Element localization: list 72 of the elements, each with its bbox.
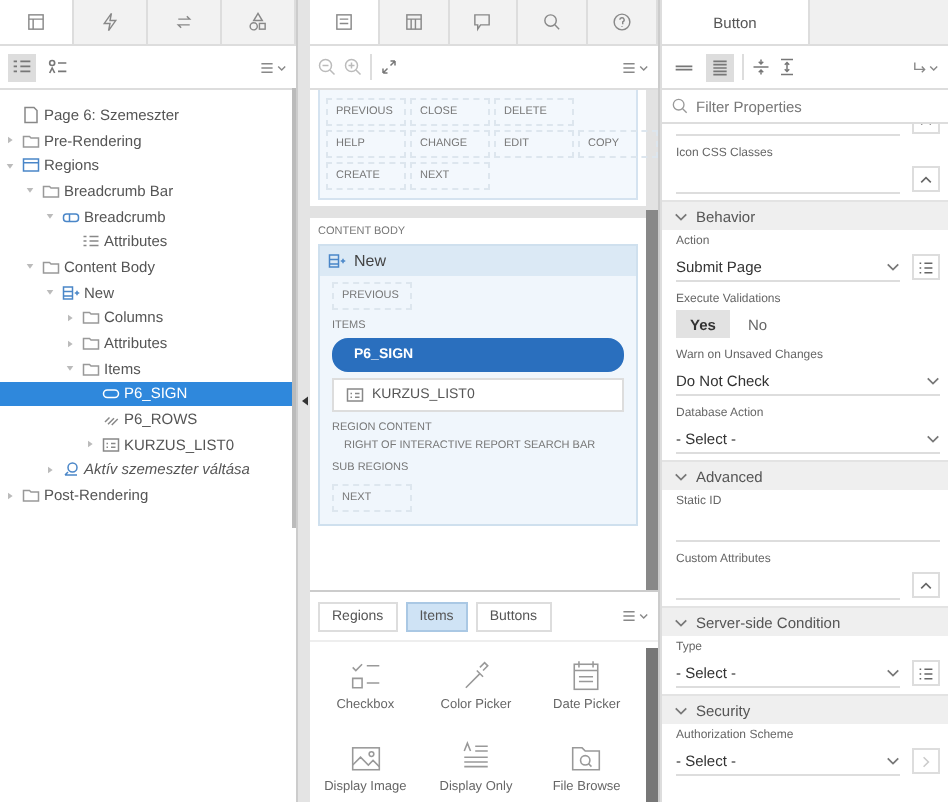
chevron-down-icon xyxy=(674,469,688,483)
folder-icon xyxy=(22,486,40,505)
zoom-out-icon[interactable] xyxy=(318,58,336,76)
expand-icon[interactable] xyxy=(46,465,54,474)
expand-icon[interactable] xyxy=(66,339,74,348)
menu-icon[interactable] xyxy=(622,608,650,624)
field-button[interactable] xyxy=(912,660,940,686)
folder-icon xyxy=(42,257,60,276)
collapse-all-icon[interactable] xyxy=(752,58,770,76)
chevron-right-icon xyxy=(918,753,934,769)
list-box-icon xyxy=(346,386,364,404)
expand-arrows-icon[interactable] xyxy=(380,58,398,76)
folder-icon xyxy=(22,131,40,150)
menu-icon[interactable] xyxy=(622,59,650,75)
process-icon xyxy=(62,460,80,479)
tab[interactable] xyxy=(0,0,74,44)
view-mode-button[interactable] xyxy=(8,53,36,81)
field-button[interactable] xyxy=(912,572,940,598)
window-icon xyxy=(22,156,40,175)
cycle-arrows-icon xyxy=(174,12,194,32)
chevron-down-icon xyxy=(674,703,688,717)
scrollbar[interactable] xyxy=(646,210,658,590)
calendar-icon[interactable] xyxy=(568,658,605,694)
page-icon xyxy=(22,105,40,124)
chevron-down-icon xyxy=(886,665,900,679)
layout-icon xyxy=(333,12,354,32)
region-title: New xyxy=(354,252,387,270)
scrollbar[interactable] xyxy=(646,648,658,802)
grid-icon xyxy=(403,12,424,32)
expand-icon[interactable] xyxy=(6,491,14,500)
speech-bubble-icon xyxy=(472,12,493,32)
lightning-icon xyxy=(100,12,120,32)
chevron-down-icon xyxy=(674,615,688,629)
menu-icon[interactable] xyxy=(260,59,288,75)
chevron-down-icon xyxy=(926,431,940,445)
numbered-list-icon xyxy=(12,57,32,77)
scrollbar[interactable] xyxy=(292,88,296,528)
chevron-down-icon xyxy=(886,753,900,767)
field-button[interactable] xyxy=(912,748,940,774)
list-icon xyxy=(918,259,934,275)
sort-list-icon xyxy=(48,57,68,77)
checkbox-list-icon[interactable] xyxy=(347,658,384,694)
shapes-icon xyxy=(248,12,268,32)
field-button[interactable] xyxy=(912,166,940,192)
button-icon xyxy=(102,384,120,403)
expand-icon[interactable] xyxy=(6,136,14,145)
list-icon xyxy=(82,232,100,251)
list-icon xyxy=(918,665,934,681)
folder-icon xyxy=(42,181,60,200)
chevron-down-icon xyxy=(674,209,688,223)
search-icon xyxy=(542,12,563,32)
chevron-down-icon xyxy=(926,373,940,387)
go-to-icon[interactable] xyxy=(912,59,940,75)
expand-icon[interactable] xyxy=(66,313,74,322)
region-add-icon xyxy=(62,283,80,302)
help-icon xyxy=(612,12,633,32)
expand-icon[interactable] xyxy=(86,440,94,449)
chevron-up-icon xyxy=(918,171,934,187)
region-header[interactable]: New xyxy=(320,246,636,276)
view-mode-button[interactable] xyxy=(706,53,734,81)
tab[interactable] xyxy=(310,0,380,44)
search-icon xyxy=(672,98,688,114)
zoom-in-icon[interactable] xyxy=(344,58,362,76)
expand-all-icon[interactable] xyxy=(778,58,796,76)
chevron-up-icon xyxy=(918,577,934,593)
list-box-icon xyxy=(102,435,120,454)
tree-icon xyxy=(26,12,46,32)
full-view-icon xyxy=(710,57,730,77)
region-icon xyxy=(62,207,80,226)
field-button[interactable] xyxy=(912,254,940,280)
region-add-icon xyxy=(328,252,346,270)
chevron-down-icon xyxy=(886,259,900,273)
